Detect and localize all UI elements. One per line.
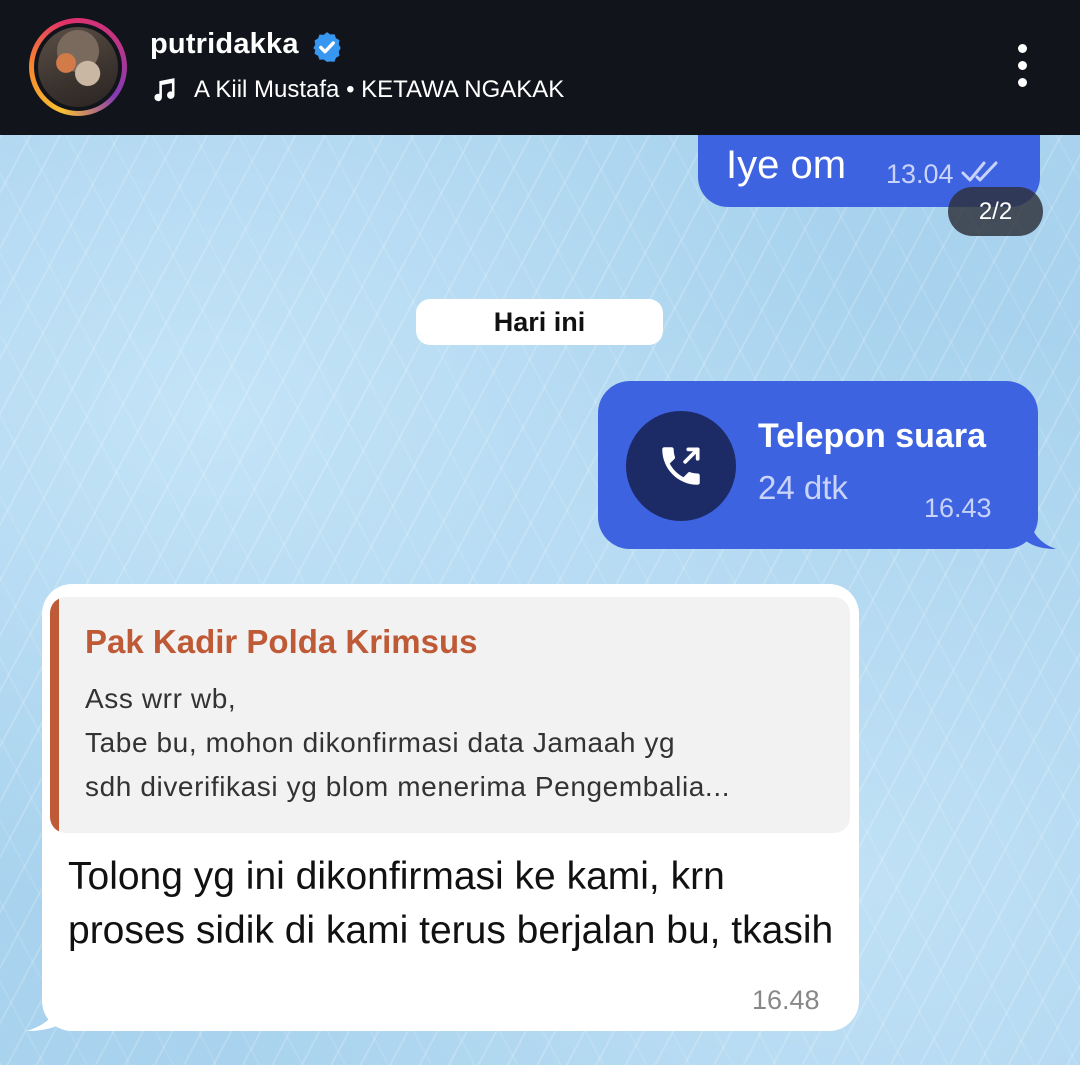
chat-screenshot: Iye om 13.04 2/2 Hari ini Telepon suara … (0, 135, 1080, 1065)
avatar-frame (34, 23, 122, 111)
call-duration: 24 dtk (758, 469, 848, 506)
verified-badge-icon (313, 32, 341, 62)
page-counter: 2/2 (948, 187, 1043, 236)
username[interactable]: putridakka (150, 28, 299, 61)
reply-text: Ass wrr wb, Tabe bu, mohon dikonfirmasi … (85, 683, 731, 802)
message-time: 16.43 (924, 493, 992, 523)
double-check-icon (961, 161, 998, 182)
reply-sender: Pak Kadir Polda Krimsus (85, 623, 478, 660)
reply-accent-bar (50, 597, 59, 833)
message-time: 16.48 (752, 985, 820, 1015)
music-note-icon (154, 78, 175, 102)
more-options-icon[interactable] (1010, 44, 1034, 92)
voice-call-bubble[interactable]: Telepon suara 24 dtk 16.43 (598, 381, 1038, 549)
message-time: 13.04 (886, 159, 954, 189)
message-text: Tolong yg ini dikonfirmasi ke kami, krn … (68, 855, 834, 952)
avatar-image (38, 27, 118, 107)
music-track-label[interactable]: A Kiil Mustafa • KETAWA NGAKAK (194, 76, 564, 104)
date-separator: Hari ini (416, 299, 663, 345)
message-text: Iye om (726, 143, 847, 187)
profile-avatar[interactable] (29, 18, 127, 116)
reply-quote[interactable]: Pak Kadir Polda Krimsus Ass wrr wb, Tabe… (50, 597, 850, 833)
call-title: Telepon suara (758, 417, 986, 455)
outgoing-call-icon (662, 447, 700, 485)
story-header: putridakka A Kiil Mustafa • KETAWA NGAKA… (0, 0, 1080, 135)
call-icon-circle (626, 411, 736, 521)
